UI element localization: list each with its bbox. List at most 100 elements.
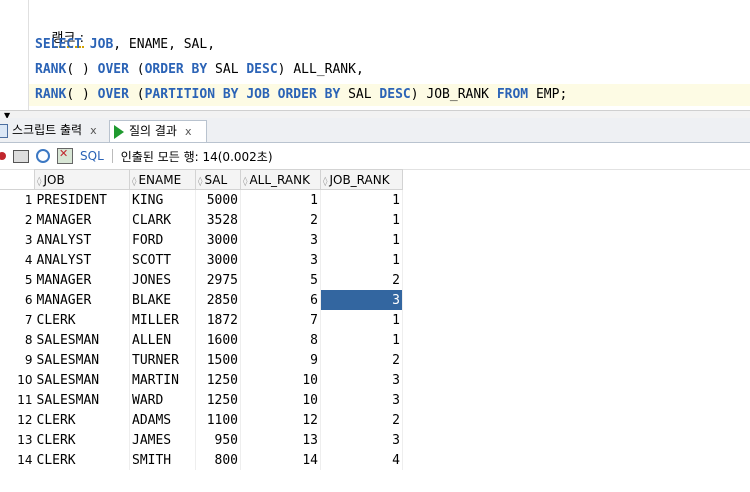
print-icon[interactable] xyxy=(13,149,29,163)
table-row[interactable]: 13 CLERK JAMES 950 13 3 xyxy=(0,430,403,450)
cell-sal[interactable]: 3528 xyxy=(195,210,241,230)
column-header-job[interactable]: ◊ JOB xyxy=(34,169,130,190)
cell-job[interactable]: SALESMAN xyxy=(34,350,130,370)
cell-job[interactable]: SALESMAN xyxy=(34,370,130,390)
cell-job-rank[interactable]: 3 xyxy=(320,430,403,450)
cell-job[interactable]: MANAGER xyxy=(34,210,130,230)
cell-job-rank[interactable]: 1 xyxy=(320,210,403,230)
table-row[interactable]: 8 SALESMAN ALLEN 1600 8 1 xyxy=(0,330,403,350)
table-row[interactable]: 14 CLERK SMITH 800 14 4 xyxy=(0,450,403,470)
cell-sal[interactable]: 1250 xyxy=(195,370,241,390)
cell-job-rank[interactable]: 2 xyxy=(320,410,403,430)
cell-job[interactable]: ANALYST xyxy=(34,230,130,250)
cell-job-rank[interactable]: 2 xyxy=(320,270,403,290)
cell-ename[interactable]: SMITH xyxy=(129,450,196,470)
cell-sal[interactable]: 3000 xyxy=(195,250,241,270)
cell-job[interactable]: PRESIDENT xyxy=(34,189,130,210)
cell-job-rank[interactable]: 1 xyxy=(320,230,403,250)
cell-ename[interactable]: ALLEN xyxy=(129,330,196,350)
column-header-all-rank[interactable]: ◊ ALL_RANK xyxy=(240,169,321,190)
export-icon[interactable] xyxy=(57,147,73,164)
tab-query-result[interactable]: 질의 결과 x xyxy=(109,120,207,142)
cell-sal[interactable]: 1872 xyxy=(195,310,241,330)
cell-ename[interactable]: JAMES xyxy=(129,430,196,450)
sql-editor[interactable]: 랭크 : SELECT JOB, ENAME, SAL, RANK( ) OVE… xyxy=(0,0,750,112)
sql-button[interactable]: SQL xyxy=(80,149,104,163)
cell-job-rank[interactable]: 1 xyxy=(320,310,403,330)
cell-ename[interactable]: JONES xyxy=(129,270,196,290)
cell-job-rank[interactable]: 4 xyxy=(320,450,403,470)
cell-ename[interactable]: MILLER xyxy=(129,310,196,330)
cell-ename[interactable]: TURNER xyxy=(129,350,196,370)
refresh-icon[interactable] xyxy=(36,149,50,163)
cell-job-rank[interactable]: 2 xyxy=(320,350,403,370)
cell-all-rank[interactable]: 3 xyxy=(240,250,321,270)
cell-job-rank[interactable]: 1 xyxy=(320,330,403,350)
cell-all-rank[interactable]: 8 xyxy=(240,330,321,350)
cell-job-rank[interactable]: 3 xyxy=(320,390,403,410)
cell-job[interactable]: SALESMAN xyxy=(34,330,130,350)
table-row[interactable]: 11 SALESMAN WARD 1250 10 3 xyxy=(0,390,403,410)
table-row[interactable]: 4 ANALYST SCOTT 3000 3 1 xyxy=(0,250,403,270)
cell-all-rank[interactable]: 10 xyxy=(240,390,321,410)
cell-sal[interactable]: 1100 xyxy=(195,410,241,430)
cell-sal[interactable]: 2975 xyxy=(195,270,241,290)
cell-ename[interactable]: SCOTT xyxy=(129,250,196,270)
cell-sal[interactable]: 2850 xyxy=(195,290,241,310)
cell-sal[interactable]: 1250 xyxy=(195,390,241,410)
cell-ename[interactable]: KING xyxy=(129,189,196,210)
close-icon[interactable]: x xyxy=(90,120,97,141)
cell-all-rank[interactable]: 12 xyxy=(240,410,321,430)
cell-all-rank[interactable]: 9 xyxy=(240,350,321,370)
cell-sal[interactable]: 1600 xyxy=(195,330,241,350)
table-row[interactable]: 6 MANAGER BLAKE 2850 6 3 xyxy=(0,290,403,310)
cell-all-rank[interactable]: 13 xyxy=(240,430,321,450)
column-header-sal[interactable]: ◊ SAL xyxy=(195,169,241,190)
sql-keyword: FROM xyxy=(496,87,529,102)
cell-sal[interactable]: 3000 xyxy=(195,230,241,250)
cell-job[interactable]: CLERK xyxy=(34,450,130,470)
cell-job[interactable]: MANAGER xyxy=(34,290,130,310)
cell-ename[interactable]: FORD xyxy=(129,230,196,250)
cell-job-rank[interactable]: 1 xyxy=(320,250,403,270)
cell-sal[interactable]: 5000 xyxy=(195,189,241,210)
column-header-job-rank[interactable]: ◊ JOB_RANK xyxy=(320,169,403,190)
cell-sal[interactable]: 1500 xyxy=(195,350,241,370)
table-row[interactable]: 3 ANALYST FORD 3000 3 1 xyxy=(0,230,403,250)
cell-job[interactable]: SALESMAN xyxy=(34,390,130,410)
close-icon[interactable]: x xyxy=(185,121,192,142)
table-row[interactable]: 10 SALESMAN MARTIN 1250 10 3 xyxy=(0,370,403,390)
cell-all-rank[interactable]: 10 xyxy=(240,370,321,390)
table-row[interactable]: 12 CLERK ADAMS 1100 12 2 xyxy=(0,410,403,430)
cell-ename[interactable]: BLAKE xyxy=(129,290,196,310)
tab-script-output[interactable]: 스크립트 출력 x xyxy=(0,120,105,141)
cell-all-rank[interactable]: 7 xyxy=(240,310,321,330)
cell-all-rank[interactable]: 3 xyxy=(240,230,321,250)
cell-all-rank[interactable]: 5 xyxy=(240,270,321,290)
cell-all-rank[interactable]: 2 xyxy=(240,210,321,230)
table-row[interactable]: 7 CLERK MILLER 1872 7 1 xyxy=(0,310,403,330)
cell-ename[interactable]: WARD xyxy=(129,390,196,410)
cell-job[interactable]: CLERK xyxy=(34,410,130,430)
cell-job[interactable]: ANALYST xyxy=(34,250,130,270)
cell-all-rank[interactable]: 1 xyxy=(240,189,321,210)
cell-ename[interactable]: CLARK xyxy=(129,210,196,230)
cell-job[interactable]: MANAGER xyxy=(34,270,130,290)
pin-icon[interactable] xyxy=(0,152,6,160)
cell-ename[interactable]: ADAMS xyxy=(129,410,196,430)
cell-job-rank[interactable]: 1 xyxy=(320,189,403,210)
table-row[interactable]: 5 MANAGER JONES 2975 5 2 xyxy=(0,270,403,290)
table-row[interactable]: 9 SALESMAN TURNER 1500 9 2 xyxy=(0,350,403,370)
cell-job[interactable]: CLERK xyxy=(34,430,130,450)
cell-all-rank[interactable]: 6 xyxy=(240,290,321,310)
cell-job[interactable]: CLERK xyxy=(34,310,130,330)
cell-ename[interactable]: MARTIN xyxy=(129,370,196,390)
cell-all-rank[interactable]: 14 xyxy=(240,450,321,470)
table-row[interactable]: 1 PRESIDENT KING 5000 1 1 xyxy=(0,189,403,210)
cell-job-rank[interactable]: 3 xyxy=(320,370,403,390)
cell-sal[interactable]: 950 xyxy=(195,430,241,450)
table-row[interactable]: 2 MANAGER CLARK 3528 2 1 xyxy=(0,210,403,230)
cell-sal[interactable]: 800 xyxy=(195,450,241,470)
column-header-ename[interactable]: ◊ ENAME xyxy=(129,169,196,190)
cell-job-rank[interactable]: 3 xyxy=(320,290,403,310)
